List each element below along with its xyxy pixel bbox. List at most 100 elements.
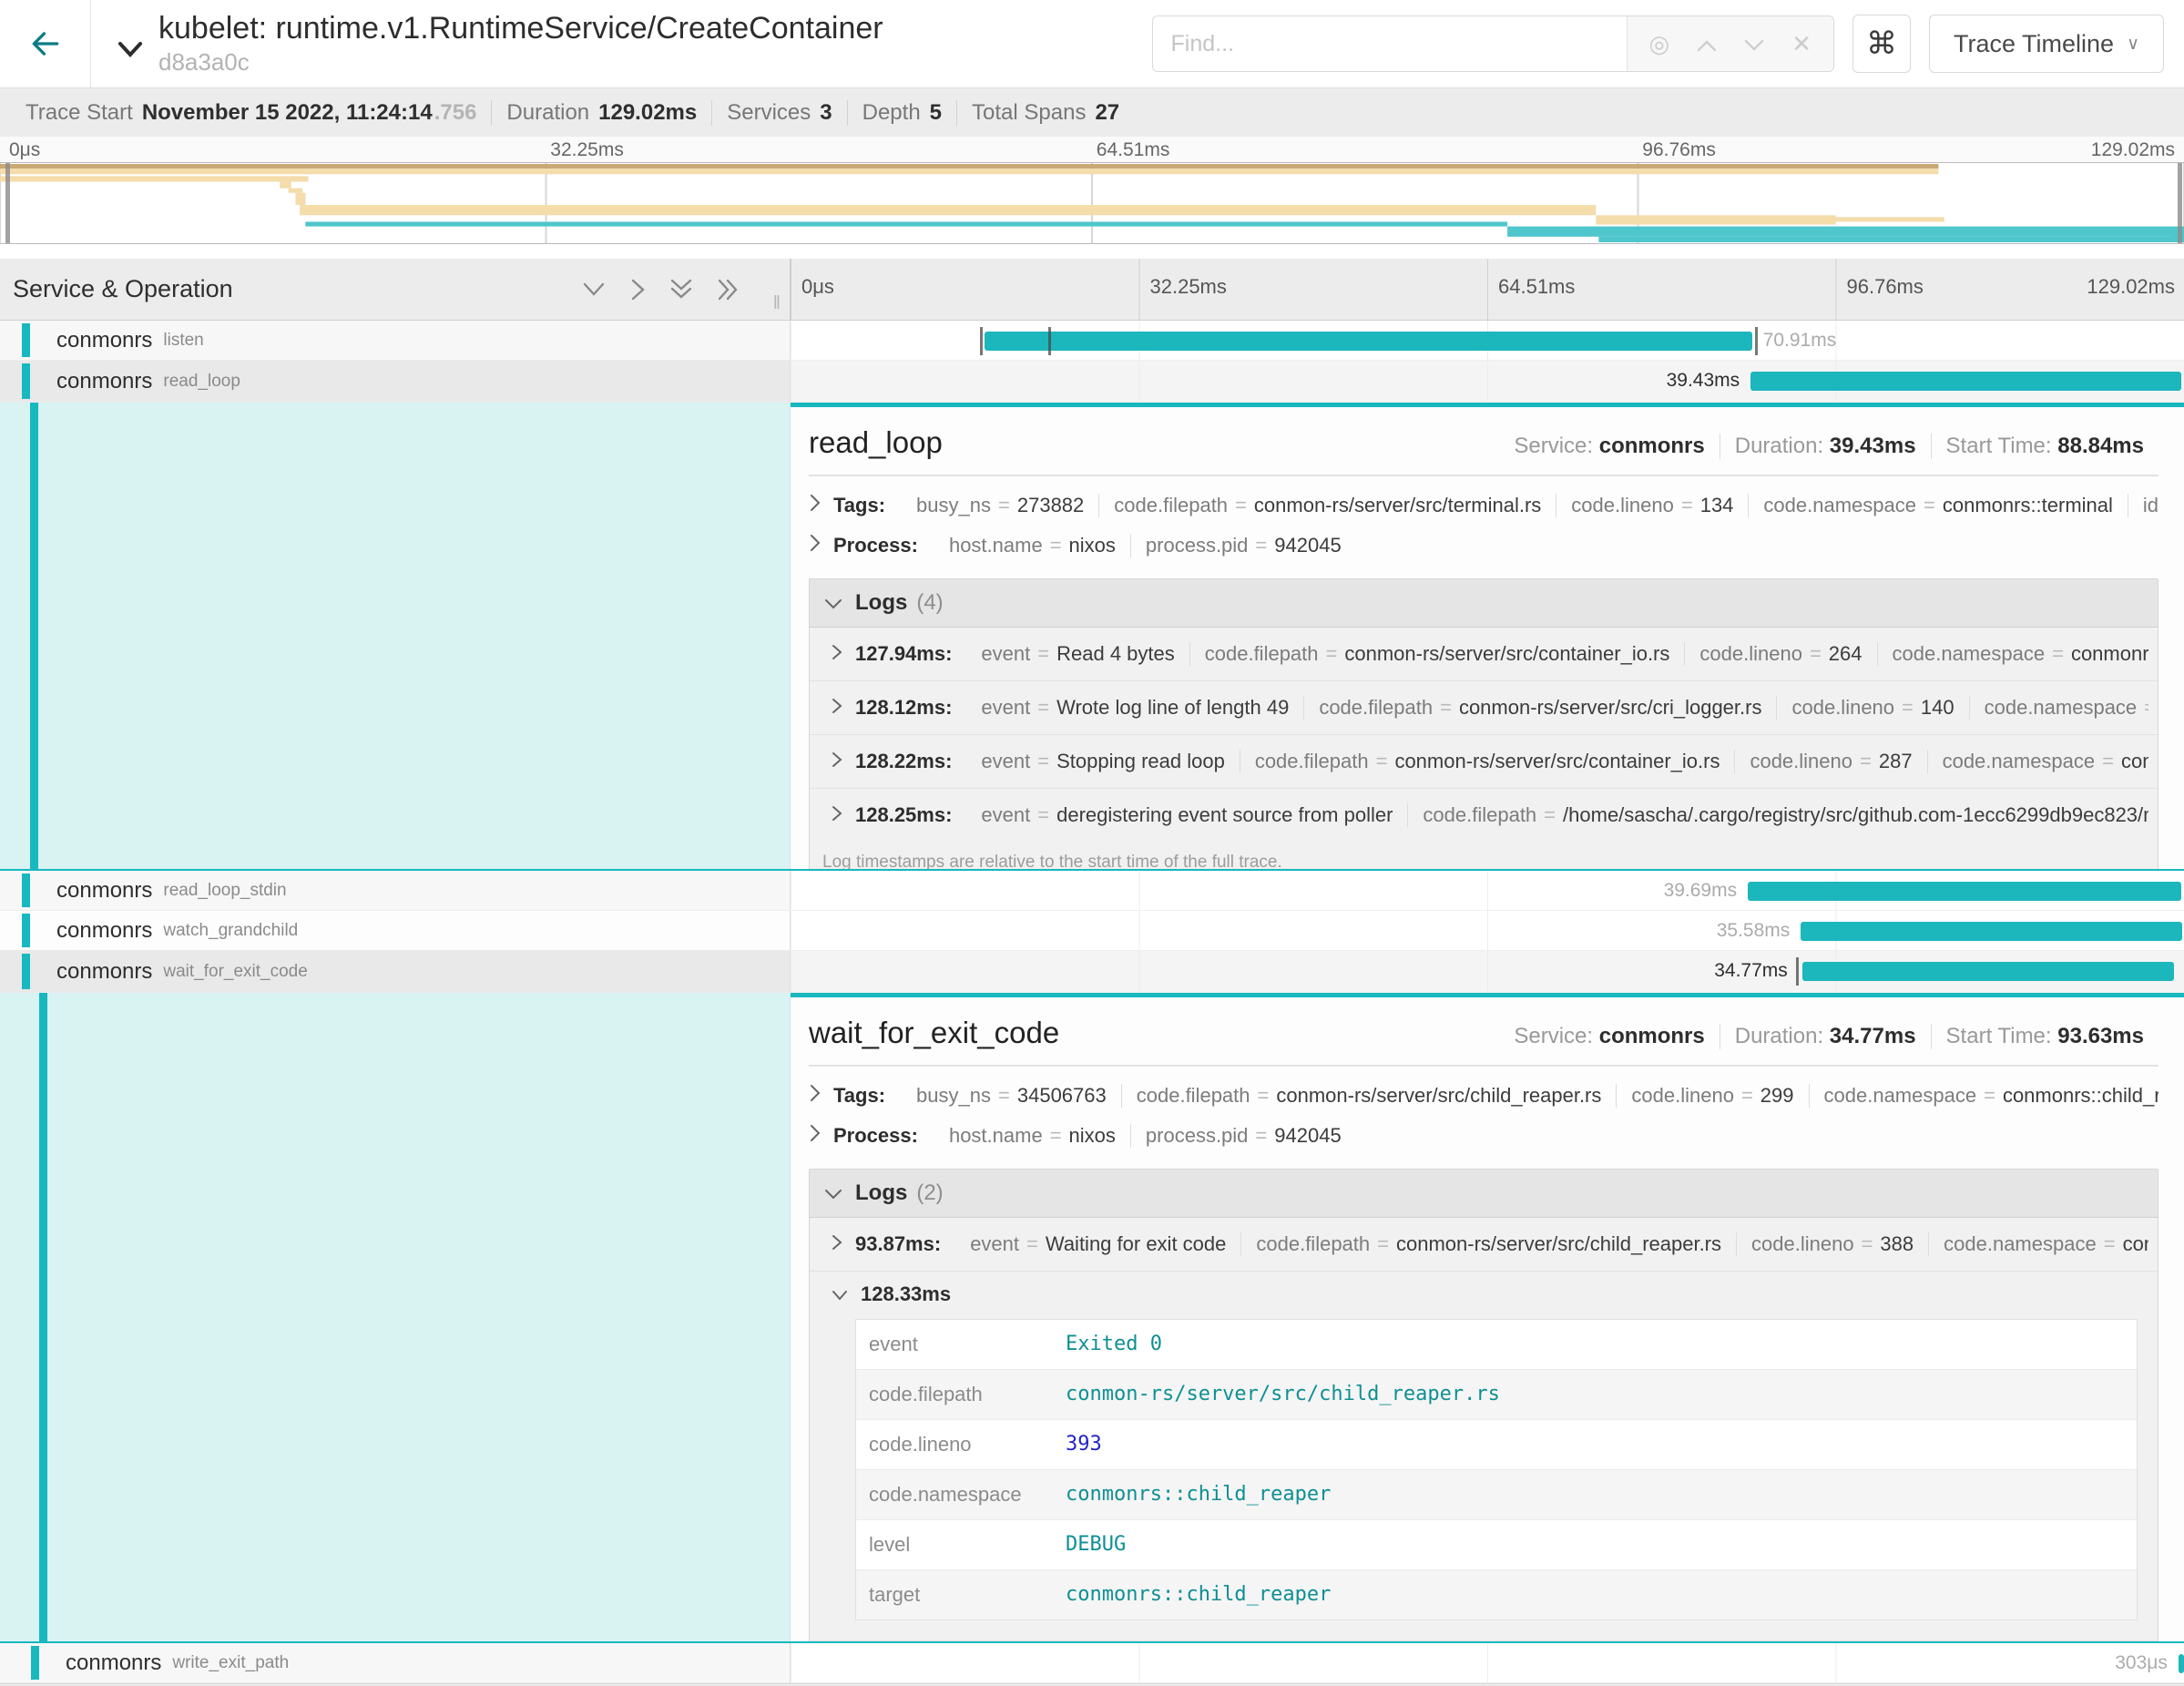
log-timestamp: 128.25ms:	[855, 803, 952, 827]
stat-duration: Duration 129.02ms	[491, 100, 711, 126]
expand-all-icon[interactable]	[717, 278, 740, 301]
process-row[interactable]: Process: host.name=nixos process.pid=942…	[809, 1116, 2158, 1156]
chevron-down-icon	[824, 1180, 842, 1206]
expand-one-icon[interactable]	[629, 278, 646, 301]
table-row-watch-grandchild[interactable]: conmonrs watch_grandchild 35.58ms	[0, 911, 2184, 951]
log-marker	[1796, 957, 1799, 986]
tag-pill-truncated: idle_n…	[2128, 494, 2158, 517]
table-row-write-exit-path[interactable]: conmonrs write_exit_path 303μs	[0, 1643, 2184, 1683]
minimap-right-handle[interactable]	[2178, 163, 2182, 243]
column-resize-grip[interactable]: ‖	[773, 293, 782, 314]
span-accent-bar	[22, 914, 30, 947]
span-bar[interactable]: 70.91ms	[985, 332, 1752, 351]
detail-left-column[interactable]	[0, 993, 791, 1641]
table-row-read-loop[interactable]: conmonrs read_loop 39.43ms	[0, 361, 2184, 403]
prev-match-icon[interactable]	[1697, 32, 1717, 56]
log-field: event=Read 4 bytes	[966, 642, 1189, 666]
span-operation: listen	[163, 331, 203, 351]
kv-value: conmonrs::child_reaper	[1056, 1470, 1340, 1519]
kv-key: level	[856, 1520, 1056, 1569]
log-field: code.filepath=conmon-rs/server/src/conta…	[1240, 750, 1735, 773]
span-accent-bar	[31, 1646, 39, 1680]
logs-header[interactable]: Logs (4)	[810, 579, 2158, 628]
table-row-read-loop-stdin[interactable]: conmonrs read_loop_stdin 39.69ms	[0, 871, 2184, 911]
logs-header[interactable]: Logs (2)	[810, 1170, 2158, 1218]
collapse-all-icon[interactable]	[669, 278, 693, 301]
log-entry[interactable]: 93.87ms: event=Waiting for exit code cod…	[810, 1218, 2158, 1272]
span-bar[interactable]: 34.77ms	[1802, 962, 2175, 981]
log-entry[interactable]: 128.25ms: event=deregistering event sour…	[810, 789, 2158, 842]
log-marker	[1048, 327, 1051, 355]
log-field: code.namespace=conmonrs::co…	[1877, 642, 2148, 666]
stat-value: 27	[1095, 100, 1119, 126]
log-entry[interactable]: 128.12ms: event=Wrote log line of length…	[810, 681, 2158, 735]
logs-panel: Logs (2) 93.87ms: event=Waiting for exit…	[809, 1169, 2158, 1641]
span-duration: 70.91ms	[1763, 330, 1837, 352]
span-service: conmonrs	[66, 1650, 161, 1676]
process-row[interactable]: Process: host.name=nixos process.pid=942…	[809, 526, 2158, 566]
page-title: kubelet: runtime.v1.RuntimeService/Creat…	[158, 11, 883, 46]
kv-value: conmonrs::child_reaper	[1056, 1570, 1340, 1620]
tag-pill: busy_ns=273882	[902, 494, 1098, 517]
axis-tick: 129.02ms	[2091, 139, 2175, 161]
log-entry-expanded[interactable]: 128.33ms event Exited 0 code.filepath co…	[810, 1272, 2158, 1641]
next-match-icon[interactable]	[1744, 32, 1764, 56]
log-entry[interactable]: 128.22ms: event=Stopping read loop code.…	[810, 735, 2158, 789]
log-marker	[1755, 327, 1758, 355]
log-field: code.namespace=co…	[1969, 696, 2148, 720]
span-bar[interactable]: 303μs	[2179, 1654, 2184, 1673]
chevron-right-icon	[809, 1124, 821, 1148]
detail-left-column[interactable]	[0, 403, 791, 869]
span-bar[interactable]: 35.58ms	[1801, 922, 2182, 941]
span-accent-bar	[22, 954, 30, 989]
detail-service: Service: conmonrs	[1499, 434, 1719, 459]
detail-duration: Duration: 39.43ms	[1720, 434, 1931, 459]
process-pill: process.pid=942045	[1130, 534, 1356, 557]
tag-pill: code.lineno=134	[1556, 494, 1748, 517]
view-selector-button[interactable]: Trace Timeline ∨	[1929, 15, 2164, 73]
process-label: Process:	[833, 1124, 918, 1148]
log-entry[interactable]: 127.94ms: event=Read 4 bytes code.filepa…	[810, 628, 2158, 681]
table-row-listen[interactable]: conmonrs listen 70.91ms	[0, 321, 2184, 361]
tag-pill: code.filepath=conmon-rs/server/src/child…	[1121, 1084, 1617, 1108]
chevron-right-icon	[832, 642, 842, 666]
log-timestamp: 93.87ms:	[855, 1232, 941, 1256]
kv-row: target conmonrs::child_reaper	[856, 1570, 2137, 1620]
stat-label: Services	[727, 100, 811, 126]
log-field: code.namespace=conmon…	[1927, 750, 2148, 773]
minimap-axis: 0μs 32.25ms 64.51ms 96.76ms 129.02ms	[0, 137, 2184, 162]
chevron-down-icon[interactable]	[117, 40, 144, 65]
log-field: code.filepath=/home/sascha/.cargo/regist…	[1407, 803, 2148, 827]
find-input[interactable]	[1153, 16, 1627, 71]
kv-value: conmon-rs/server/src/child_reaper.rs	[1056, 1370, 1509, 1419]
log-timestamp: 127.94ms:	[855, 642, 952, 666]
chevron-right-icon	[809, 534, 821, 557]
logs-panel: Logs (4) 127.94ms: event=Read 4 bytes co…	[809, 578, 2158, 869]
axis-tick: 129.02ms	[2087, 275, 2175, 299]
locate-icon[interactable]: ◎	[1649, 32, 1670, 56]
logs-footer-note: Log timestamps are relative to the start…	[810, 842, 2158, 869]
span-bar[interactable]: 39.69ms	[1748, 882, 2181, 901]
back-button[interactable]	[0, 0, 91, 87]
tags-row[interactable]: Tags: busy_ns=34506763 code.filepath=con…	[809, 1076, 2158, 1116]
table-row-wait-for-exit-code[interactable]: conmonrs wait_for_exit_code 34.77ms	[0, 951, 2184, 993]
tags-row[interactable]: Tags: busy_ns=273882 code.filepath=conmo…	[809, 485, 2158, 526]
view-selector-label: Trace Timeline	[1954, 30, 2114, 58]
collapse-one-icon[interactable]	[582, 281, 606, 298]
stat-label: Depth	[862, 100, 921, 126]
tag-pill: code.namespace=conmonrs::terminal	[1748, 494, 2128, 517]
stat-label: Trace Start	[26, 100, 133, 126]
chevron-right-icon	[832, 696, 842, 720]
log-field: code.lineno=140	[1776, 696, 1968, 720]
span-detail-read-loop: read_loop Service: conmonrs Duration: 39…	[0, 403, 2184, 871]
span-bar[interactable]: 39.43ms	[1750, 372, 2181, 391]
minimap-left-handle[interactable]	[5, 163, 10, 243]
axis-tick: 0μs	[9, 139, 40, 161]
trace-minimap[interactable]	[0, 162, 2184, 244]
chevron-down-icon: ∨	[2127, 34, 2139, 55]
span-duration: 39.69ms	[1664, 880, 1738, 902]
chevron-down-icon	[824, 590, 842, 616]
detail-duration: Duration: 34.77ms	[1720, 1024, 1931, 1049]
keyboard-shortcuts-button[interactable]: ⌘	[1852, 15, 1911, 73]
clear-find-icon[interactable]: ✕	[1791, 32, 1811, 56]
